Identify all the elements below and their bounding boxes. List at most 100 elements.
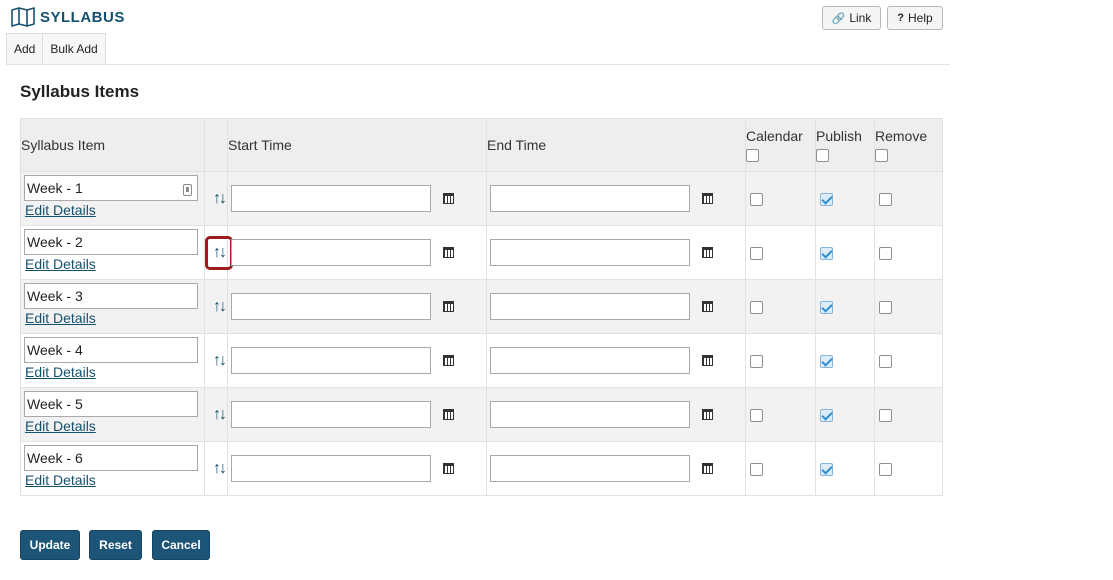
start-time-input[interactable] <box>231 401 431 428</box>
end-time-input[interactable] <box>490 239 690 266</box>
calendar-checkbox[interactable] <box>750 355 763 369</box>
link-button-label: Link <box>849 11 872 25</box>
publish-checkbox[interactable] <box>820 301 833 315</box>
header-calendar-label: Calendar <box>746 128 803 144</box>
sort-cell: ↑↓ <box>204 387 228 442</box>
sort-cell: ↑↓ <box>204 171 228 226</box>
sort-handle-icon[interactable]: ↑↓ <box>205 290 233 324</box>
help-button[interactable]: ? Help <box>887 6 943 30</box>
publish-cell <box>815 171 875 226</box>
publish-checkbox[interactable] <box>820 247 833 261</box>
publish-checkbox[interactable] <box>820 193 833 207</box>
edit-details-link[interactable]: Edit Details <box>25 256 96 272</box>
item-cell: Edit Details <box>20 171 205 226</box>
item-title-input[interactable] <box>24 283 198 309</box>
end-time-input[interactable] <box>490 185 690 212</box>
tab-bulk-add[interactable]: Bulk Add <box>43 33 106 64</box>
remove-cell <box>874 387 943 442</box>
calendar-all-checkbox[interactable] <box>746 148 759 162</box>
remove-checkbox[interactable] <box>879 301 892 315</box>
calendar-icon[interactable] <box>443 193 454 204</box>
calendar-icon[interactable] <box>702 463 713 474</box>
remove-cell <box>874 333 943 388</box>
remove-checkbox[interactable] <box>879 247 892 261</box>
calendar-icon[interactable] <box>443 463 454 474</box>
start-time-input[interactable] <box>231 455 431 482</box>
item-cell: Edit Details <box>20 333 205 388</box>
edit-details-link[interactable]: Edit Details <box>25 202 96 218</box>
calendar-icon[interactable] <box>702 355 713 366</box>
calendar-icon[interactable] <box>443 247 454 258</box>
remove-checkbox[interactable] <box>879 355 892 369</box>
calendar-icon[interactable] <box>443 355 454 366</box>
publish-cell <box>815 441 875 496</box>
calendar-icon[interactable] <box>702 409 713 420</box>
start-time-cell <box>227 225 487 280</box>
item-title-input[interactable] <box>24 445 198 471</box>
remove-cell <box>874 441 943 496</box>
calendar-cell <box>745 279 816 334</box>
cancel-button[interactable]: Cancel <box>152 530 210 560</box>
publish-checkbox[interactable] <box>820 463 833 477</box>
calendar-icon[interactable] <box>443 301 454 312</box>
table-row: Edit Details ↑↓ <box>20 441 943 496</box>
table-row: Edit Details ↑↓ <box>20 333 943 388</box>
calendar-icon[interactable] <box>443 409 454 420</box>
calendar-icon[interactable] <box>702 247 713 258</box>
sort-handle-icon[interactable]: ↑↓ <box>205 182 233 216</box>
sort-handle-icon[interactable]: ↑↓ <box>205 344 233 378</box>
publish-checkbox[interactable] <box>820 409 833 423</box>
publish-all-checkbox[interactable] <box>816 148 829 162</box>
remove-checkbox[interactable] <box>879 193 892 207</box>
update-button[interactable]: Update <box>20 530 80 560</box>
edit-details-link[interactable]: Edit Details <box>25 364 96 380</box>
sort-handle-icon[interactable]: ↑↓ <box>205 235 233 270</box>
tab-add[interactable]: Add <box>6 33 44 64</box>
start-time-cell <box>227 279 487 334</box>
header-remove: Remove <box>874 118 943 172</box>
reset-button[interactable]: Reset <box>89 530 142 560</box>
end-time-cell <box>486 279 746 334</box>
publish-checkbox[interactable] <box>820 355 833 369</box>
link-icon: 🔗 <box>831 12 846 25</box>
end-time-input[interactable] <box>490 455 690 482</box>
end-time-input[interactable] <box>490 293 690 320</box>
calendar-checkbox[interactable] <box>750 409 763 423</box>
calendar-checkbox[interactable] <box>750 247 763 261</box>
header-end-time: End Time <box>486 118 746 172</box>
remove-all-checkbox[interactable] <box>875 148 888 162</box>
item-title-input[interactable] <box>24 391 198 417</box>
calendar-checkbox[interactable] <box>750 193 763 207</box>
item-title-input[interactable] <box>24 229 198 255</box>
item-title-input[interactable] <box>24 175 198 201</box>
edit-details-link[interactable]: Edit Details <box>25 472 96 488</box>
edit-details-link[interactable]: Edit Details <box>25 418 96 434</box>
publish-cell <box>815 333 875 388</box>
publish-cell <box>815 225 875 280</box>
remove-checkbox[interactable] <box>879 409 892 423</box>
calendar-cell <box>745 171 816 226</box>
sort-handle-icon[interactable]: ↑↓ <box>205 398 233 432</box>
link-button[interactable]: 🔗 Link <box>822 6 881 30</box>
start-time-input[interactable] <box>231 185 431 212</box>
sort-cell: ↑↓ <box>204 333 228 388</box>
end-time-input[interactable] <box>490 401 690 428</box>
calendar-checkbox[interactable] <box>750 463 763 477</box>
calendar-icon[interactable] <box>702 193 713 204</box>
start-time-input[interactable] <box>231 347 431 374</box>
item-cell: Edit Details <box>20 279 205 334</box>
calendar-icon[interactable] <box>702 301 713 312</box>
remove-checkbox[interactable] <box>879 463 892 477</box>
calendar-checkbox[interactable] <box>750 301 763 315</box>
edit-details-link[interactable]: Edit Details <box>25 310 96 326</box>
app-header: SYLLABUS <box>11 5 125 29</box>
item-title-input[interactable] <box>24 337 198 363</box>
autofill-icon <box>183 184 192 196</box>
calendar-cell <box>745 333 816 388</box>
start-time-cell <box>227 171 487 226</box>
sort-handle-icon[interactable]: ↑↓ <box>205 452 233 486</box>
publish-cell <box>815 279 875 334</box>
end-time-input[interactable] <box>490 347 690 374</box>
start-time-input[interactable] <box>231 293 431 320</box>
start-time-input[interactable] <box>231 239 431 266</box>
